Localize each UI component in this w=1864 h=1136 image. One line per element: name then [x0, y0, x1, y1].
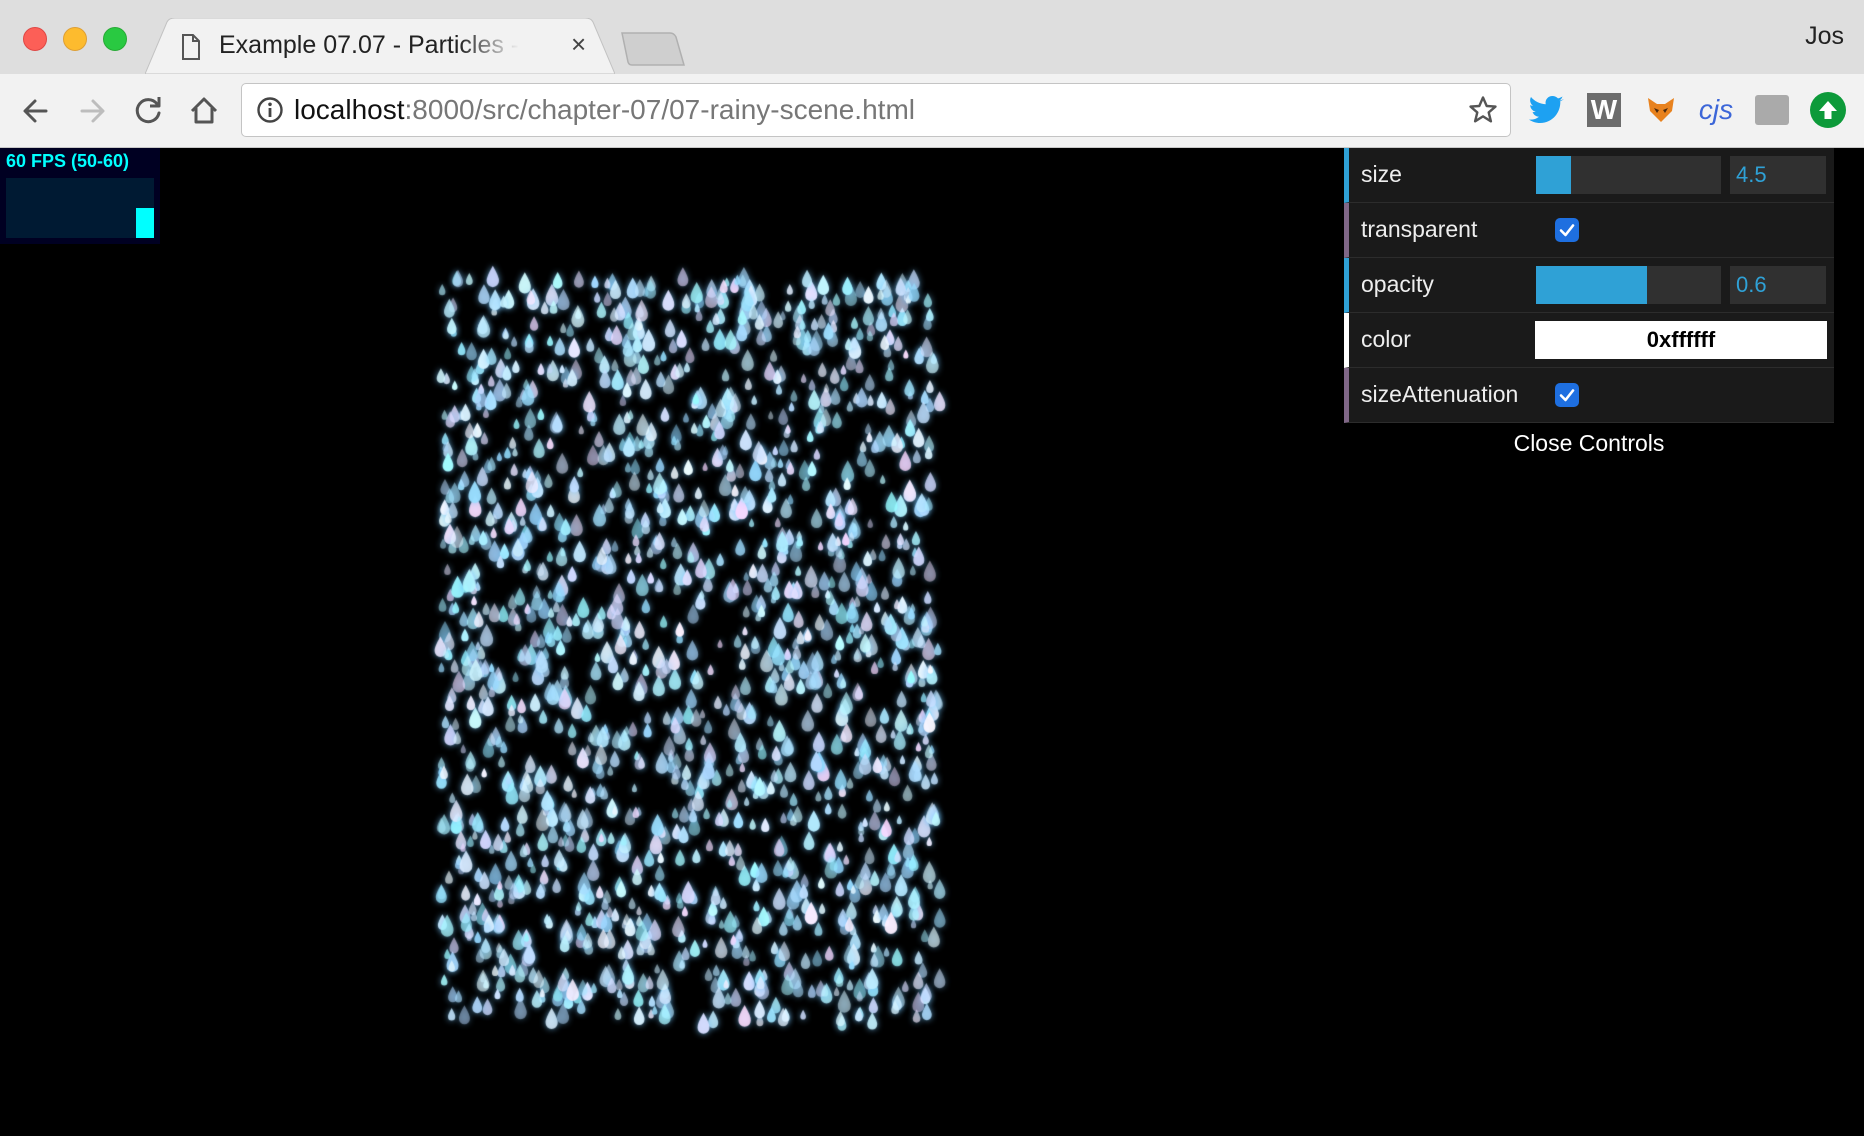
close-window-button[interactable]: [23, 27, 47, 51]
fps-bar: [136, 208, 154, 238]
url-host: localhost: [294, 94, 405, 125]
forward-arrow-icon[interactable]: [70, 89, 114, 133]
twitter-icon[interactable]: [1527, 90, 1567, 130]
address-bar[interactable]: localhost:8000/src/chapter-07/07-rainy-s…: [241, 83, 1511, 137]
fox-extension-icon[interactable]: [1641, 90, 1681, 130]
opacity-slider[interactable]: [1536, 266, 1721, 304]
home-icon[interactable]: [182, 89, 226, 133]
url-text[interactable]: localhost:8000/src/chapter-07/07-rainy-s…: [294, 94, 915, 126]
site-info-icon[interactable]: [256, 96, 284, 129]
opacity-slider-fill: [1536, 266, 1647, 304]
profile-name[interactable]: Jos: [1805, 22, 1844, 51]
size-slider[interactable]: [1536, 156, 1721, 194]
transparent-label: transparent: [1361, 216, 1478, 242]
transparent-control: transparent: [1344, 203, 1834, 258]
stats-panel[interactable]: 60 FPS (50-60): [0, 148, 160, 244]
size-slider-fill: [1536, 156, 1572, 194]
w-extension-icon[interactable]: W: [1587, 93, 1621, 127]
new-tab-button[interactable]: [620, 31, 686, 67]
webgl-viewport[interactable]: 60 FPS (50-60) size 4.5 transparent opac…: [0, 148, 1864, 1136]
fps-graph: [6, 178, 154, 238]
document-icon: [181, 34, 201, 65]
tab-close-icon[interactable]: ×: [571, 30, 586, 58]
transparent-checkbox[interactable]: [1555, 218, 1579, 242]
color-label: color: [1361, 326, 1411, 352]
controls-panel: size 4.5 transparent opacity 0.6 color 0…: [1344, 148, 1834, 463]
close-controls-button[interactable]: Close Controls: [1344, 423, 1834, 463]
color-control: color 0xffffff: [1344, 313, 1834, 368]
size-input[interactable]: 4.5: [1730, 156, 1826, 194]
back-arrow-icon[interactable]: [14, 89, 58, 133]
checkmark-icon: [1559, 224, 1575, 237]
fps-readout: 60 FPS (50-60): [6, 151, 130, 171]
opacity-control: opacity 0.6: [1344, 258, 1834, 313]
size-attenuation-checkbox[interactable]: [1555, 383, 1579, 407]
browser-toolbar: localhost:8000/src/chapter-07/07-rainy-s…: [0, 74, 1864, 148]
bookmark-star-icon[interactable]: [1468, 95, 1498, 130]
tab-title: Example 07.07 - Particles - Rainy Scene: [219, 31, 519, 59]
checkmark-icon: [1559, 389, 1575, 402]
opacity-label: opacity: [1361, 271, 1434, 297]
color-input[interactable]: 0xffffff: [1535, 321, 1827, 359]
maximize-window-button[interactable]: [103, 27, 127, 51]
opacity-input[interactable]: 0.6: [1730, 266, 1826, 304]
upload-extension-icon[interactable]: [1810, 92, 1846, 128]
size-attenuation-label: sizeAttenuation: [1361, 381, 1519, 407]
minimize-window-button[interactable]: [63, 27, 87, 51]
reload-icon[interactable]: [126, 89, 170, 133]
size-control: size 4.5: [1344, 148, 1834, 203]
size-label: size: [1361, 161, 1402, 187]
tab-bar: Example 07.07 - Particles - Rainy Scene …: [0, 0, 1864, 74]
gray-extension-icon[interactable]: [1755, 95, 1789, 125]
url-path: :8000/src/chapter-07/07-rainy-scene.html: [404, 94, 915, 125]
size-attenuation-control: sizeAttenuation: [1344, 368, 1834, 423]
active-tab[interactable]: Example 07.07 - Particles - Rainy Scene …: [145, 18, 615, 74]
cjs-extension-icon[interactable]: cjs: [1696, 90, 1736, 130]
